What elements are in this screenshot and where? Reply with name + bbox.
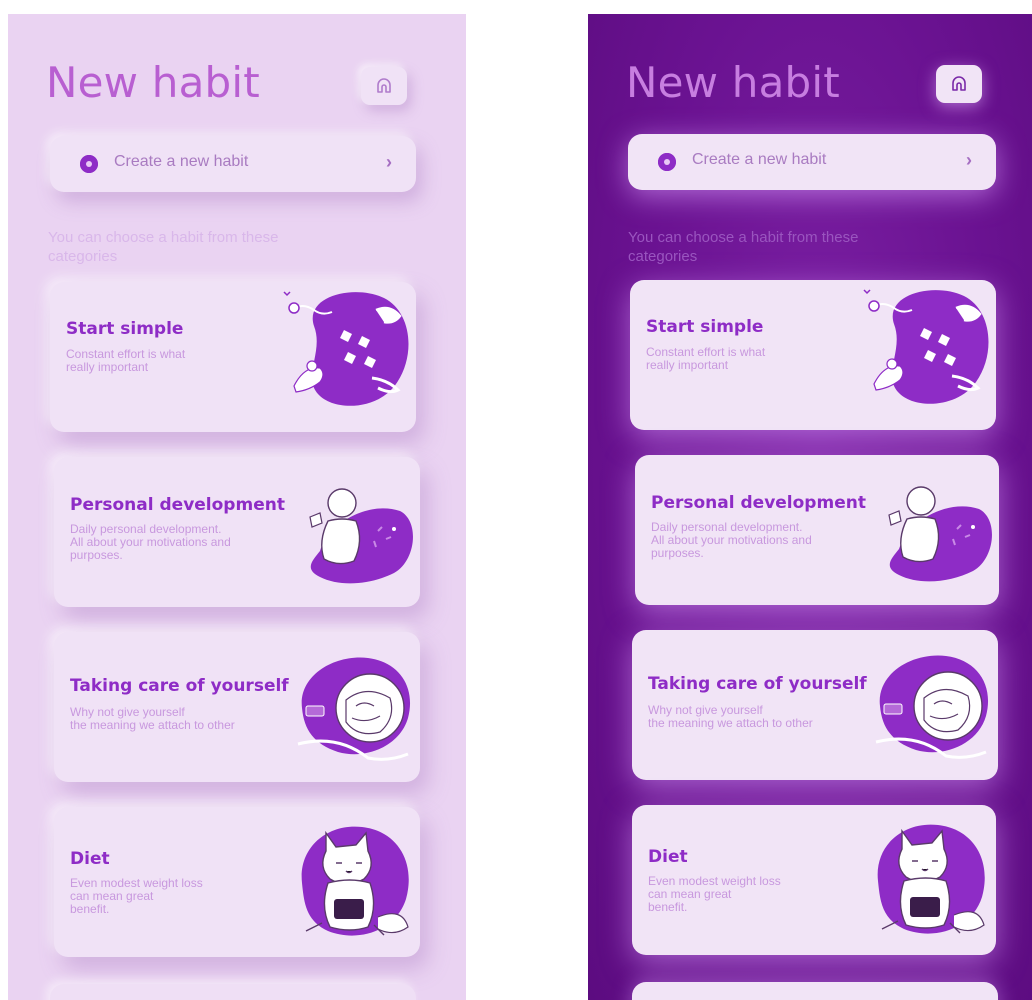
home-icon bbox=[377, 78, 391, 93]
category-description: Daily personal development. All about yo… bbox=[651, 520, 812, 560]
create-habit-label: Create a new habit bbox=[114, 153, 249, 170]
category-card-start-simple[interactable]: Start simple Constant effort is what rea… bbox=[630, 280, 996, 430]
home-button[interactable] bbox=[936, 65, 982, 103]
category-card-taking-care[interactable]: Taking care of yourself Why not give you… bbox=[632, 630, 998, 780]
category-title: Taking care of yourself bbox=[648, 674, 867, 694]
category-card-next-partial[interactable] bbox=[632, 982, 998, 1000]
category-description: Even modest weight loss can mean great b… bbox=[648, 874, 781, 914]
taking-care-illustration bbox=[875, 655, 989, 759]
category-title: Diet bbox=[70, 849, 110, 869]
category-description: Why not give yourself the meaning we att… bbox=[70, 705, 235, 732]
category-hint: You can choose a habit from these catego… bbox=[48, 229, 279, 265]
category-card-diet[interactable]: Diet Even modest weight loss can mean gr… bbox=[54, 807, 420, 957]
chevron-right-icon: › bbox=[966, 150, 972, 170]
diet-illustration bbox=[301, 826, 409, 936]
create-habit-button[interactable]: Create a new habit › bbox=[628, 134, 996, 190]
radio-selected-icon bbox=[658, 153, 676, 171]
light-theme-screen: New habit Create a new habit › You can c… bbox=[8, 14, 466, 1000]
category-description: Constant effort is what really important bbox=[646, 345, 766, 372]
home-button[interactable] bbox=[361, 67, 407, 105]
personal-development-illustration bbox=[309, 488, 413, 584]
page-title: New habit bbox=[626, 58, 840, 107]
taking-care-illustration bbox=[297, 657, 411, 761]
category-description: Even modest weight loss can mean great b… bbox=[70, 876, 203, 916]
category-card-next-partial[interactable] bbox=[50, 984, 416, 1000]
category-title: Start simple bbox=[66, 319, 184, 339]
dark-theme-screen: New habit Create a new habit › You can c… bbox=[588, 14, 1032, 1000]
radio-selected-icon bbox=[80, 155, 98, 173]
start-simple-illustration bbox=[863, 289, 989, 404]
category-title: Taking care of yourself bbox=[70, 676, 289, 696]
chevron-right-icon: › bbox=[386, 152, 392, 172]
category-title: Personal development bbox=[70, 495, 285, 515]
category-title: Start simple bbox=[646, 317, 764, 337]
personal-development-illustration bbox=[888, 486, 992, 582]
start-simple-illustration bbox=[283, 291, 409, 406]
diet-illustration bbox=[877, 824, 985, 934]
category-title: Personal development bbox=[651, 493, 866, 513]
page-title: New habit bbox=[46, 58, 260, 107]
category-card-taking-care[interactable]: Taking care of yourself Why not give you… bbox=[54, 632, 420, 782]
category-card-start-simple[interactable]: Start simple Constant effort is what rea… bbox=[50, 282, 416, 432]
create-habit-button[interactable]: Create a new habit › bbox=[50, 136, 416, 192]
home-icon bbox=[952, 76, 966, 91]
category-hint: You can choose a habit from these catego… bbox=[628, 229, 859, 265]
category-description: Constant effort is what really important bbox=[66, 347, 186, 374]
create-habit-label: Create a new habit bbox=[692, 151, 827, 168]
category-description: Daily personal development. All about yo… bbox=[70, 522, 231, 562]
category-description: Why not give yourself the meaning we att… bbox=[648, 703, 813, 730]
category-card-personal-development[interactable]: Personal development Daily personal deve… bbox=[54, 457, 420, 607]
category-card-personal-development[interactable]: Personal development Daily personal deve… bbox=[635, 455, 999, 605]
category-title: Diet bbox=[648, 847, 688, 867]
category-card-diet[interactable]: Diet Even modest weight loss can mean gr… bbox=[632, 805, 996, 955]
